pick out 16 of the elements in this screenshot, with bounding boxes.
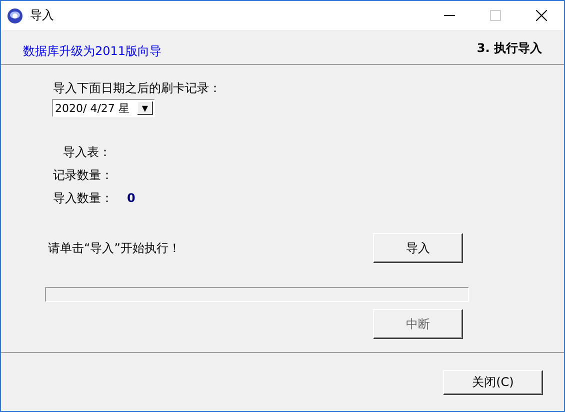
date-label: 导入下面日期之后的刷卡记录： [53,80,222,96]
info-label: 导入数量： [53,190,113,206]
info-label: 记录数量： [53,167,113,183]
wizard-title: 数据库升级为2011版向导 [23,42,162,60]
window-title: 导入 [30,7,55,24]
step-title: 3. 执行导入 [476,40,542,56]
prompt-text: 请单击“导入”开始执行！ [48,240,180,256]
minimize-icon [444,14,454,16]
close-icon [536,10,546,21]
app-icon [7,8,23,24]
import-button[interactable]: 导入 [373,233,463,263]
maximize-icon [490,10,500,21]
info-label: 导入表： [63,144,111,160]
date-picker[interactable]: 2020/ 4/27 星 ▼ [52,99,155,117]
info-value: 0 [127,190,136,206]
close-dialog-button[interactable]: 关闭(C) [443,370,543,394]
